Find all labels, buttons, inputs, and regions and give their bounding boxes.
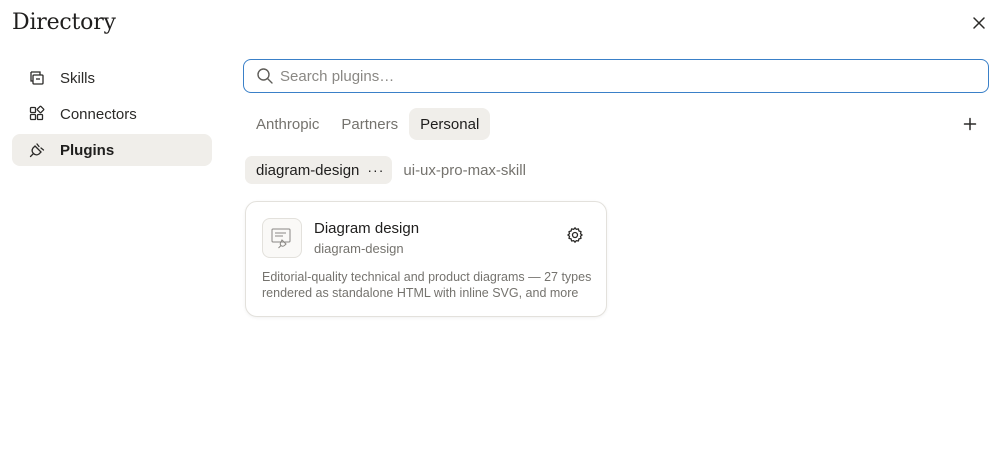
sidebar-item-label: Connectors [60,105,137,123]
close-icon [973,17,985,29]
plus-icon [963,117,977,131]
tab-personal[interactable]: Personal [409,108,491,140]
skills-icon [28,69,46,87]
plugin-chip-label: ui-ux-pro-max-skill [403,161,526,179]
sidebar: Skills Connectors Plugins [12,62,212,170]
plugin-chips: diagram-design ··· ui-ux-pro-max-skill [245,156,537,184]
plugin-card-description: Editorial-quality technical and product … [262,270,592,300]
plugin-settings-button[interactable] [564,224,586,246]
plugin-chip-diagram-design[interactable]: diagram-design ··· [245,156,393,184]
plugin-chip-ui-ux-pro-max-skill[interactable]: ui-ux-pro-max-skill [392,156,537,184]
add-plugin-button[interactable] [960,114,980,134]
sidebar-item-label: Plugins [60,141,115,159]
close-button[interactable] [968,12,990,34]
sidebar-item-connectors[interactable]: Connectors [12,98,212,130]
sidebar-item-label: Skills [60,69,96,87]
connectors-icon [28,105,46,123]
gear-icon [567,227,583,243]
tab-partners[interactable]: Partners [330,108,409,140]
sidebar-item-plugins[interactable]: Plugins [12,134,212,166]
directory-dialog: Directory Skills Connectors Plugins Sear… [0,0,998,476]
more-options-button[interactable]: ··· [367,162,384,178]
plugin-card-title: Diagram design [314,220,420,237]
plugin-card[interactable]: Diagram design diagram-design Editorial-… [245,201,607,317]
search-icon [257,68,273,84]
source-tabs: Anthropic Partners Personal [245,108,491,140]
search-input[interactable] [280,67,960,85]
diagram-plugin-icon [262,218,302,258]
tab-anthropic[interactable]: Anthropic [245,108,330,140]
plugin-chip-label: diagram-design [256,161,360,179]
plug-icon [28,141,46,159]
sidebar-item-skills[interactable]: Skills [12,62,212,94]
page-title: Directory [12,10,116,35]
plugin-card-subtitle: diagram-design [314,241,404,256]
search-box[interactable] [243,59,989,93]
